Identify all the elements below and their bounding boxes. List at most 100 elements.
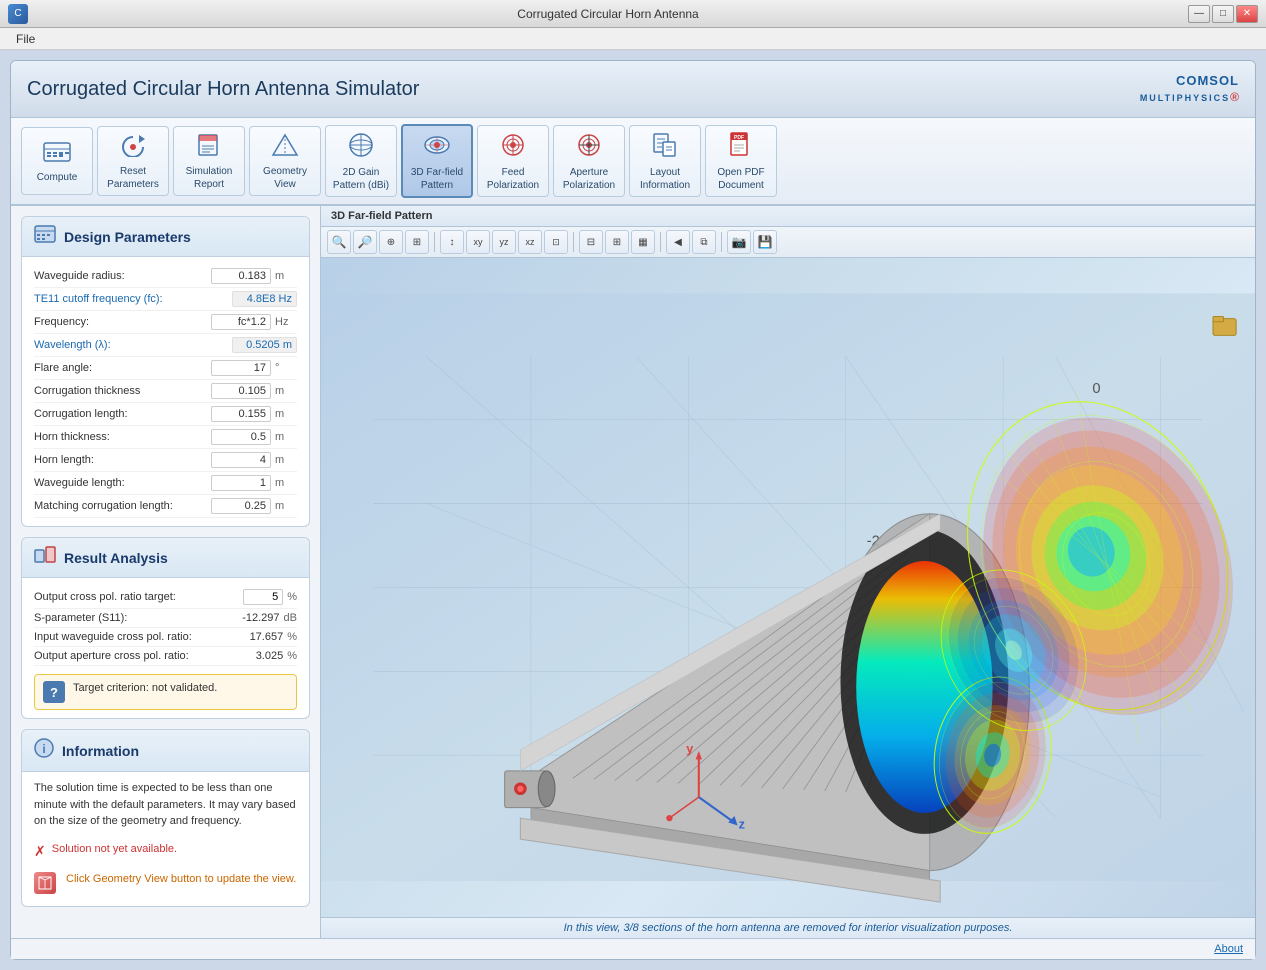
view-perspective-button[interactable]: ⊡ [544,230,568,254]
aperture-polarization-label: AperturePolarization [563,166,615,192]
warning-text: Click Geometry View button to update the… [66,872,296,887]
viewport-toolbar: 🔍 🔎 ⊕ ⊞ ↕ xy yz xz ⊡ ⊟ ⊞ ▦ ◀ ⧉ [321,227,1255,258]
screenshot-button[interactable]: 📷 [727,230,751,254]
reset-params-label: ResetParameters [107,165,159,191]
zoom-fit-button[interactable]: ⊞ [405,230,429,254]
3d-farfield-label: 3D Far-fieldPattern [411,166,463,192]
result-analysis-icon [34,546,56,569]
app-panel: Corrugated Circular Horn Antenna Simulat… [10,60,1256,960]
toolbar: Compute ResetParameters [11,118,1255,206]
copy-button[interactable]: ⧉ [692,230,716,254]
toolbar-separator-2 [573,232,574,252]
error-text: Solution not yet available. [52,842,177,857]
result-unit-output-cross-pol: % [287,650,297,662]
toolbar-separator-1 [434,232,435,252]
design-params-header: Design Parameters [22,217,309,257]
reset-params-button[interactable]: ResetParameters [97,126,169,196]
param-unit-horn-thickness: m [275,431,297,443]
param-input-frequency[interactable] [211,314,271,330]
result-analysis-title: Result Analysis [64,550,168,566]
about-link[interactable]: About [1214,943,1243,955]
result-label-input-cross-pol: Input waveguide cross pol. ratio: [34,631,250,643]
main-container: Corrugated Circular Horn Antenna Simulat… [0,50,1266,970]
axes-toggle-button[interactable]: ⊞ [605,230,629,254]
result-unit-cross-pol-target: % [287,591,297,603]
export-button[interactable]: 💾 [753,230,777,254]
param-waveguide-radius: Waveguide radius: m [34,265,297,288]
result-input-cross-pol-target[interactable] [243,589,283,605]
zoom-in-button[interactable]: 🔎 [353,230,377,254]
open-pdf-icon: PDF [727,132,755,162]
param-unit-corrugation-thickness: m [275,385,297,397]
param-flare: Flare angle: ° [34,357,297,380]
information-title: Information [62,743,139,759]
param-frequency: Frequency: Hz [34,311,297,334]
simulation-report-button[interactable]: SimulationReport [173,126,245,196]
grid-label-0: 0 [1092,382,1100,398]
simulation-report-icon [195,133,223,161]
prev-frame-button[interactable]: ◀ [666,230,690,254]
2d-gain-icon [347,132,375,162]
left-panel: Design Parameters Waveguide radius: m TE… [11,206,321,938]
param-matching-corrugation: Matching corrugation length: m [34,495,297,518]
geometry-view-button[interactable]: GeometryView [249,126,321,196]
aperture-polarization-icon [575,132,603,162]
result-cross-pol-target: Output cross pol. ratio target: % [34,586,297,609]
warning-icon: ? [43,681,65,703]
zoom-box-button[interactable]: ⊕ [379,230,403,254]
compute-label: Compute [37,171,78,184]
param-horn-thickness: Horn thickness: m [34,426,297,449]
param-corrugation-thickness: Corrugation thickness m [34,380,297,403]
minimize-button[interactable]: — [1188,5,1210,23]
information-card: i Information The solution time is expec… [21,729,310,907]
information-body: The solution time is expected to be less… [22,772,309,906]
param-unit-corrugation-length: m [275,408,297,420]
param-input-waveguide-length[interactable] [211,475,271,491]
maximize-button[interactable]: □ [1212,5,1234,23]
status-warning-row: Click Geometry View button to update the… [34,868,297,898]
result-input-cross-pol: Input waveguide cross pol. ratio: 17.657… [34,628,297,647]
simulation-report-label: SimulationReport [186,165,233,191]
param-input-corrugation-length[interactable] [211,406,271,422]
open-pdf-button[interactable]: PDF Open PDFDocument [705,125,777,197]
layout-information-button[interactable]: LayoutInformation [629,125,701,197]
param-unit-matching-corrugation: m [275,500,297,512]
param-input-matching-corrugation[interactable] [211,498,271,514]
viewport-svg: 0 -2 -4 [321,258,1255,917]
compute-button[interactable]: Compute [21,127,93,195]
view-xy-button[interactable]: xy [466,230,490,254]
close-button[interactable]: ✕ [1236,5,1258,23]
param-input-waveguide-radius[interactable] [211,268,271,284]
rotate-button[interactable]: ↕ [440,230,464,254]
grid-toggle-button[interactable]: ⊟ [579,230,603,254]
layout-information-label: LayoutInformation [640,166,690,192]
3d-farfield-button[interactable]: 3D Far-fieldPattern [401,124,473,198]
param-input-horn-thickness[interactable] [211,429,271,445]
svg-text:y: y [686,743,693,757]
param-label-wavelength: Wavelength (λ): [34,339,232,351]
param-unit-flare: ° [275,362,297,374]
view-xz-button[interactable]: xz [518,230,542,254]
menubar: File [0,28,1266,50]
param-input-corrugation-thickness[interactable] [211,383,271,399]
param-input-flare[interactable] [211,360,271,376]
aperture-polarization-button[interactable]: AperturePolarization [553,125,625,197]
result-label-cross-pol-target: Output cross pol. ratio target: [34,591,243,603]
param-wavelength: Wavelength (λ): 0.5205 m [34,334,297,357]
param-value-wavelength: 0.5205 m [232,337,297,353]
viewport-canvas[interactable]: 0 -2 -4 [321,258,1255,917]
information-icon: i [34,738,54,763]
param-label-te11: TE11 cutoff frequency (fc): [34,293,232,305]
menu-file[interactable]: File [8,30,43,48]
lighting-button[interactable]: ▦ [631,230,655,254]
feed-polarization-button[interactable]: FeedPolarization [477,125,549,197]
view-yz-button[interactable]: yz [492,230,516,254]
titlebar: C Corrugated Circular Horn Antenna — □ ✕ [0,0,1266,28]
result-value-output-cross-pol: 3.025 [256,650,284,662]
param-unit-waveguide-length: m [275,477,297,489]
design-params-body: Waveguide radius: m TE11 cutoff frequenc… [22,257,309,526]
zoom-reset-button[interactable]: 🔍 [327,230,351,254]
param-input-horn-length[interactable] [211,452,271,468]
param-label-horn-length: Horn length: [34,454,211,466]
2d-gain-button[interactable]: 2D GainPattern (dBi) [325,125,397,197]
